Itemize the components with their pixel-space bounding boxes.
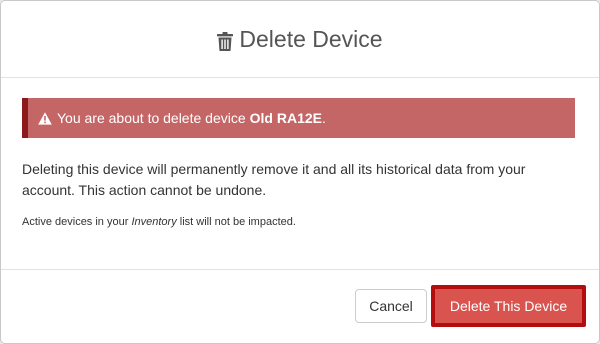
alert-text: You are about to delete device xyxy=(57,110,246,126)
dialog-title-text: Delete Device xyxy=(239,25,383,52)
warning-alert: You are about to delete device Old RA12E… xyxy=(22,98,575,138)
delete-device-button[interactable]: Delete This Device xyxy=(431,285,586,327)
inventory-note-prefix: Active devices in your xyxy=(22,216,129,228)
warning-icon xyxy=(38,111,52,125)
alert-period: . xyxy=(322,110,326,126)
dialog-body: You are about to delete device Old RA12E… xyxy=(1,78,599,228)
dialog-header: Delete Device xyxy=(1,1,599,78)
deletion-warning-text: Deleting this device will permanently re… xyxy=(22,161,526,198)
inventory-note-suffix: list will not be impacted. xyxy=(179,216,296,228)
delete-device-dialog: Delete Device You are about to delete de… xyxy=(0,0,600,344)
inventory-note: Active devices in your Inventory list wi… xyxy=(21,216,579,228)
trash-icon xyxy=(217,30,234,51)
dialog-footer: Cancel Delete This Device xyxy=(1,269,599,344)
dialog-title: Delete Device xyxy=(217,25,383,53)
inventory-note-emphasis: Inventory xyxy=(131,216,177,228)
device-name: Old RA12E xyxy=(249,110,322,126)
cancel-button[interactable]: Cancel xyxy=(355,289,427,323)
